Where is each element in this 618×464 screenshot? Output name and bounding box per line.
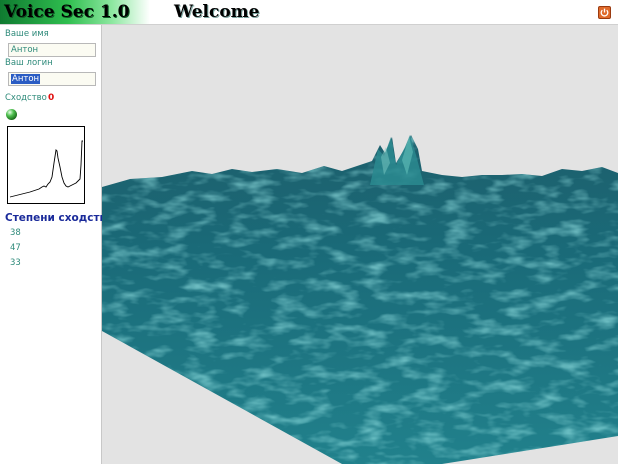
login-field[interactable]: Антон (8, 72, 96, 86)
name-label: Ваше имя (5, 29, 49, 39)
name-field[interactable]: Антон (8, 43, 96, 57)
power-icon (600, 8, 609, 17)
login-label: Ваш логин (5, 58, 53, 68)
green-ball-icon[interactable] (6, 109, 17, 120)
similarity-label: Сходство (5, 93, 47, 103)
wave-surface (102, 135, 618, 464)
app-title: Voice Sec 1.0 (4, 2, 130, 22)
3d-viewport[interactable] (102, 25, 618, 464)
power-button[interactable] (598, 6, 611, 19)
degree-item: 38 (10, 228, 21, 238)
title-bar: Voice Sec 1.0 Welcome (0, 0, 618, 25)
similarity-value: 0 (48, 93, 55, 103)
login-value: Антон (11, 74, 41, 84)
degree-item: 33 (10, 258, 21, 268)
welcome-text: Welcome (174, 2, 260, 22)
degrees-title: Степени сходства (5, 212, 114, 224)
name-value: Антон (11, 45, 39, 55)
sidebar: Ваше имя Антон Ваш логин Антон Сходство … (0, 25, 113, 464)
spectrum-graph (7, 126, 85, 204)
degree-item: 47 (10, 243, 21, 253)
